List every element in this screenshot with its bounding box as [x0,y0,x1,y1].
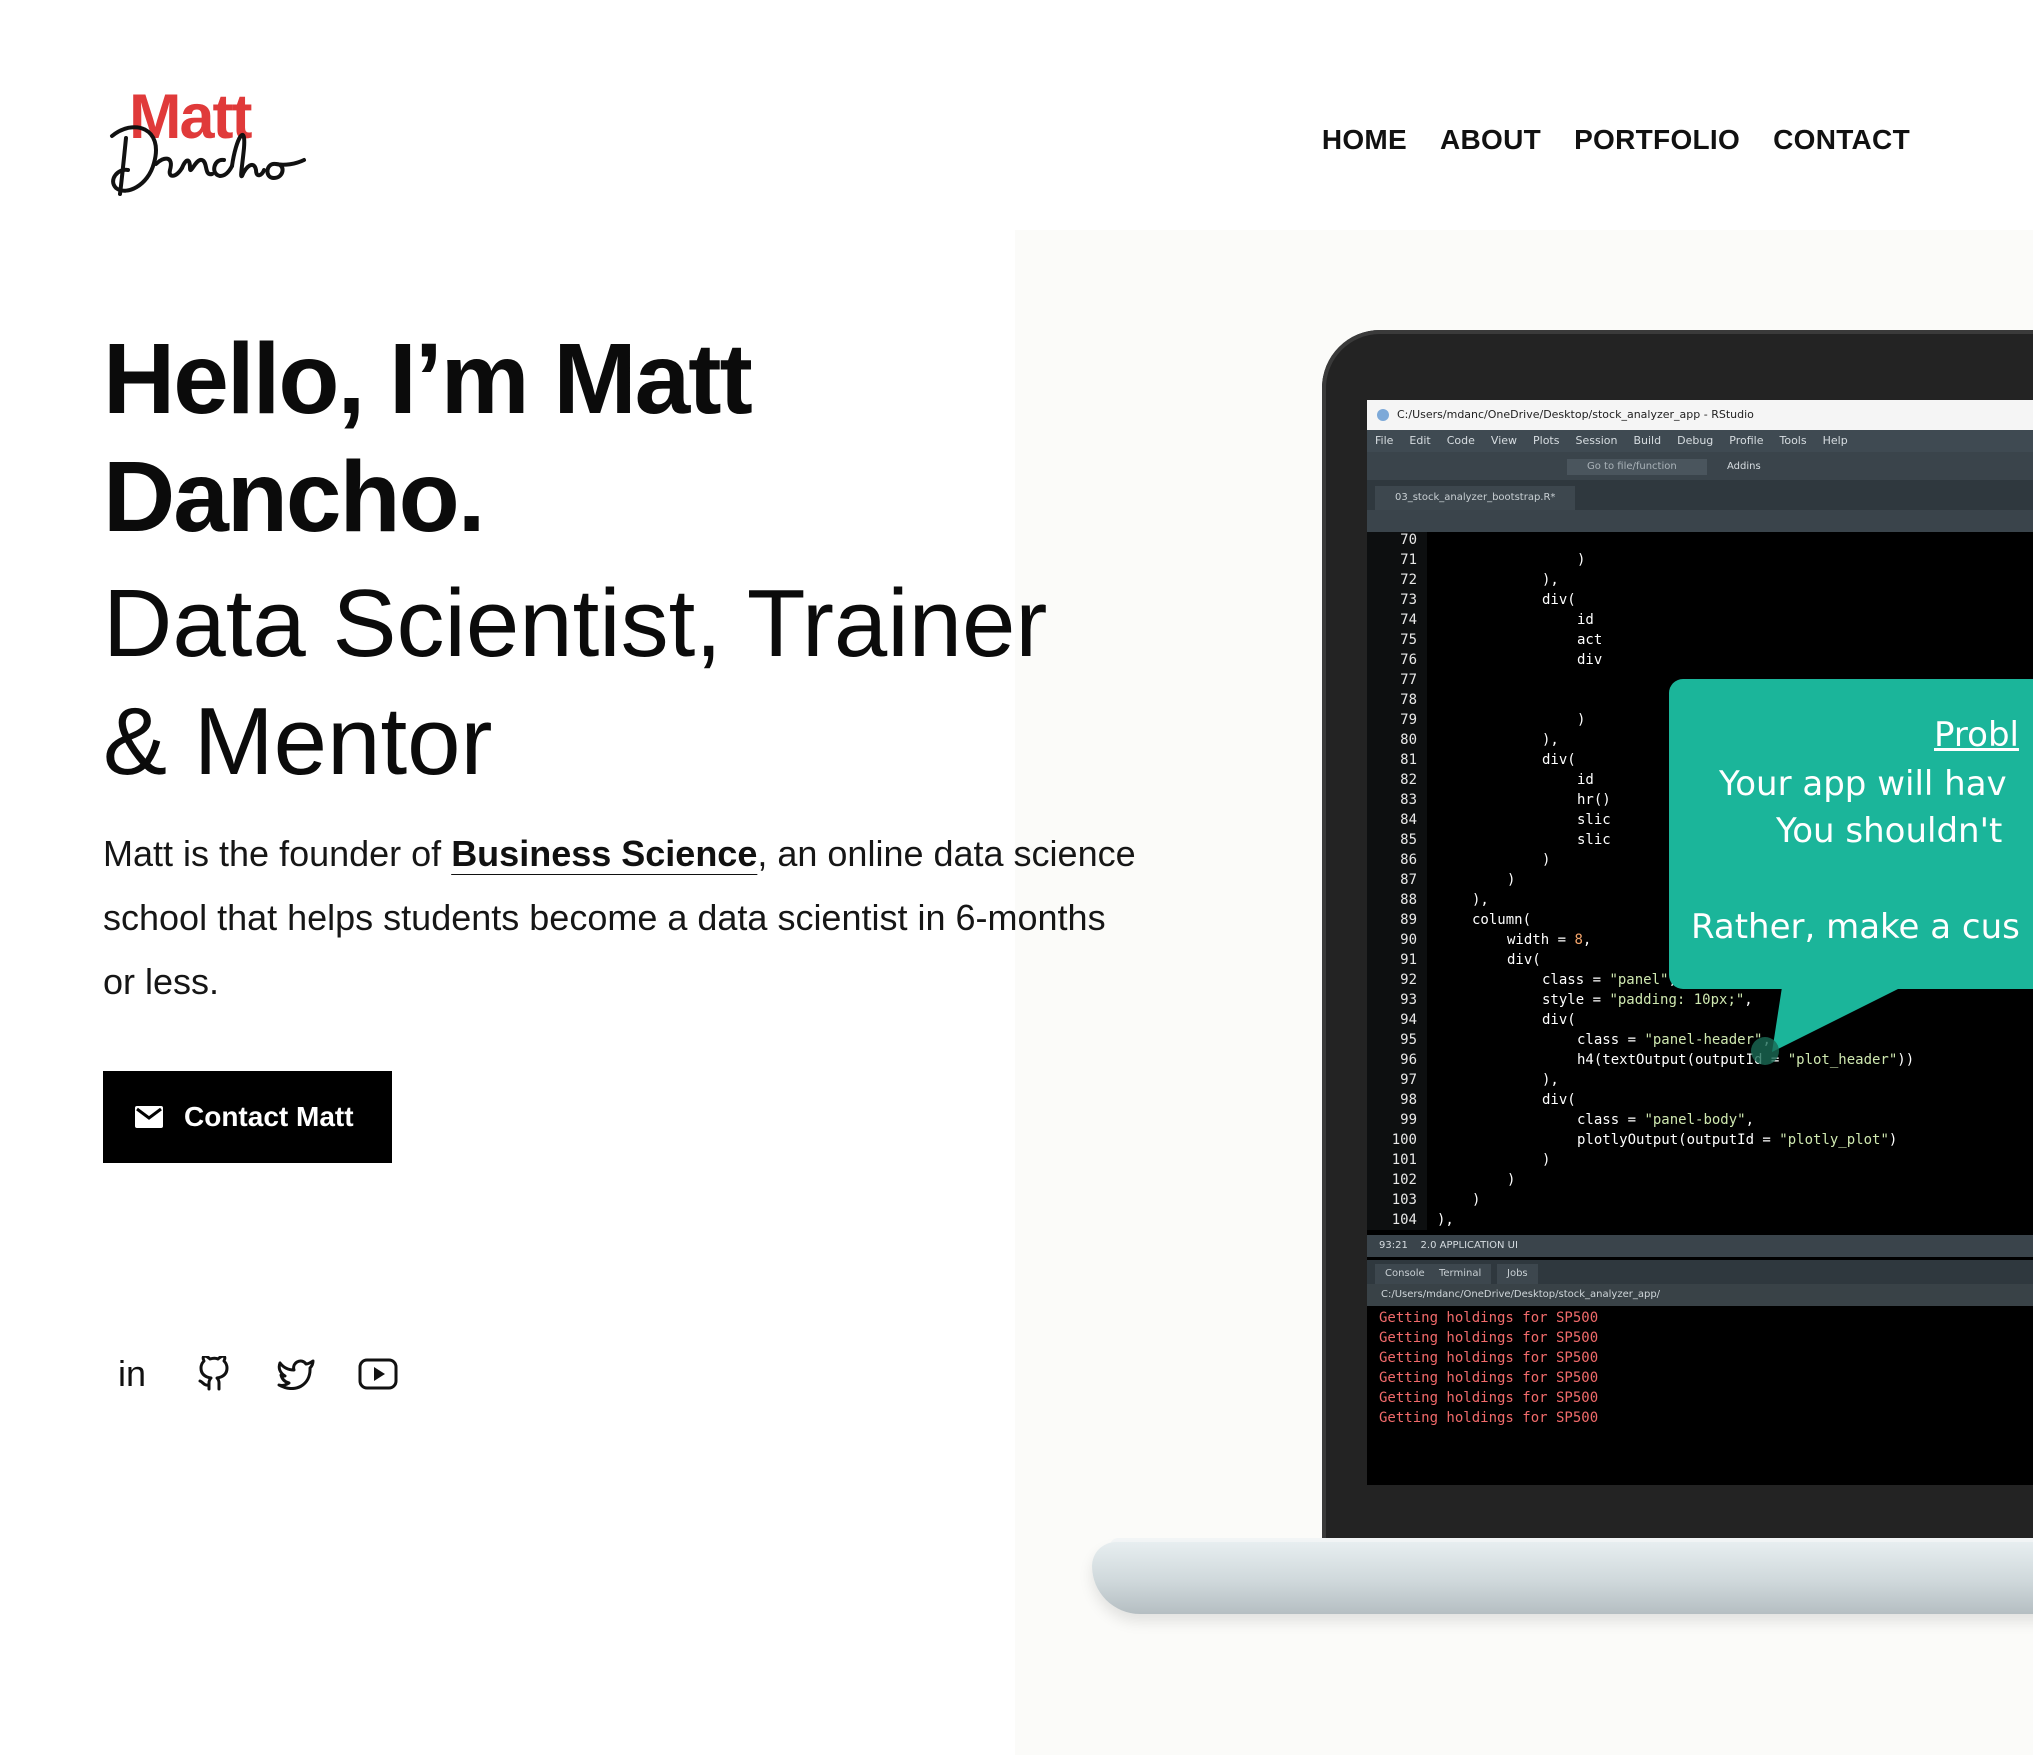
console-line: Getting holdings for SP500 [1379,1310,1599,1326]
console-tabs: Console Terminal Jobs [1367,1260,2033,1284]
menu-help: Help [1822,434,1848,447]
main-nav: HOME ABOUT PORTFOLIO CONTACT [1322,124,1910,156]
contact-matt-label: Contact Matt [184,1101,354,1132]
rstudio-screen: C:/Users/mdanc/OneDrive/Desktop/stock_an… [1367,400,2033,1485]
hero-subtitle-line1: Data Scientist, Trainer [103,570,1048,677]
hero-subtitle: Data Scientist, Trainer & Mentor [103,565,1047,801]
nav-home[interactable]: HOME [1322,124,1407,156]
console-line: Getting holdings for SP500 [1379,1330,1599,1346]
rstudio-file-tabs: 03_stock_analyzer_bootstrap.R* [1367,480,2033,510]
callout-pointer [1751,987,1902,1065]
rstudio-window-title: C:/Users/mdanc/OneDrive/Desktop/stock_an… [1367,400,2033,430]
hero-title-line1: Hello, I’m Matt [103,323,753,435]
goto-file-field: Go to file/function [1567,459,1707,475]
linkedin-icon[interactable]: in [110,1352,154,1396]
rstudio-toolbar: Go to file/function Addins [1367,452,2033,481]
console-line: Getting holdings for SP500 [1379,1390,1599,1406]
nav-about[interactable]: ABOUT [1440,124,1541,156]
menu-build: Build [1633,434,1662,447]
business-science-link[interactable]: Business Science [451,833,757,874]
menu-view: View [1490,434,1518,447]
console-line: Getting holdings for SP500 [1379,1410,1599,1426]
hero-subtitle-line2: & Mentor [103,688,493,795]
menu-session: Session [1575,434,1618,447]
mail-icon [135,1106,163,1128]
github-icon[interactable] [192,1352,236,1396]
tab-console: Console [1375,1264,1435,1284]
laptop-illustration: C:/Users/mdanc/OneDrive/Desktop/stock_an… [1092,320,2033,1620]
file-tab: 03_stock_analyzer_bootstrap.R* [1375,486,1576,510]
tab-jobs: Jobs [1497,1264,1538,1284]
hero-intro: Matt is the founder of Business Science,… [103,822,1143,1014]
tab-terminal: Terminal [1429,1264,1492,1284]
logo-script-signature [110,125,306,196]
nav-contact[interactable]: CONTACT [1773,124,1910,156]
site-logo[interactable]: Matt [104,86,314,210]
laptop-base [1092,1542,2033,1614]
console-path: C:/Users/mdanc/OneDrive/Desktop/stock_an… [1367,1284,2033,1306]
cursor-position: 93:21 [1379,1240,1408,1251]
hero-title: Hello, I’m Matt Dancho. [103,320,753,556]
console-line: Getting holdings for SP500 [1379,1370,1599,1386]
intro-text-before: Matt is the founder of [103,833,452,874]
console-line: Getting holdings for SP500 [1379,1350,1599,1366]
editor-toolbar [1367,510,2033,532]
menu-debug: Debug [1677,434,1714,447]
linkedin-label: in [117,1353,147,1394]
hero-title-line2: Dancho. [103,441,485,553]
menu-tools: Tools [1779,434,1807,447]
menu-file: File [1375,434,1394,447]
rstudio-menubar: File Edit Code View Plots Session Build … [1367,430,2033,452]
menu-profile: Profile [1729,434,1764,447]
social-links: in [110,1352,400,1396]
menu-code: Code [1446,434,1475,447]
menu-plots: Plots [1533,434,1560,447]
menu-edit: Edit [1409,434,1431,447]
addins-menu: Addins [1727,461,1761,472]
console-output: Getting holdings for SP500 Getting holdi… [1367,1306,2033,1485]
editor-statusbar: 93:21 2.0 APPLICATION UI [1367,1235,2033,1257]
contact-matt-button[interactable]: Contact Matt [103,1071,392,1163]
youtube-icon[interactable] [356,1352,400,1396]
nav-portfolio[interactable]: PORTFOLIO [1574,124,1740,156]
code-editor: 70 71 72 73 74 75 76 77 78 79 80 81 82 8… [1367,532,2033,1230]
twitter-icon[interactable] [274,1352,318,1396]
section-label: 2.0 APPLICATION UI [1420,1240,1518,1251]
